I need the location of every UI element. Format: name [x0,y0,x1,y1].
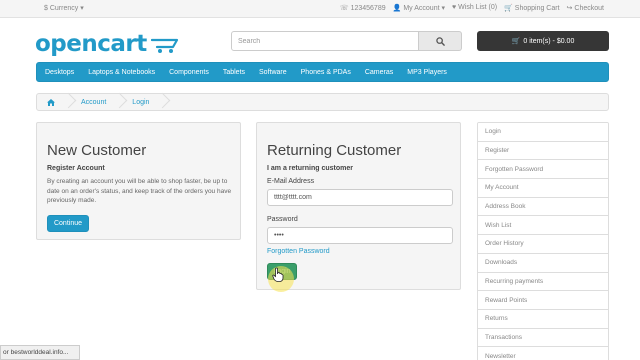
heart-icon: ♥ [452,4,457,11]
list-item-recurring-payments[interactable]: Recurring payments [478,272,608,292]
cart-icon: 🛒 [511,38,521,45]
home-icon [47,98,55,106]
checkout-label: Checkout [574,5,604,12]
main-menu: Desktops Laptops & Notebooks Components … [36,62,609,82]
list-item-forgotten-password[interactable]: Forgotten Password [478,160,608,180]
search-icon [435,36,445,46]
returning-customer-subtitle: I am a returning customer [267,165,353,172]
logo[interactable]: opencart [35,28,179,56]
menu-item-components[interactable]: Components [169,69,209,76]
cart-icon: 🛒 [504,5,513,12]
menu-item-software[interactable]: Software [259,69,287,76]
breadcrumb-separator [112,93,126,111]
search-input[interactable] [231,31,419,51]
crumb-login[interactable]: Login [132,99,149,106]
list-item-login[interactable]: Login [478,123,608,142]
list-item-returns[interactable]: Returns [478,309,608,329]
shopping-cart-link[interactable]: 🛒 Shopping Cart [504,4,559,12]
new-customer-panel: New Customer Register Account By creatin… [36,122,241,240]
password-field[interactable] [267,227,453,244]
logo-cart-icon [150,38,178,53]
menu-item-laptops[interactable]: Laptops & Notebooks [88,69,155,76]
account-links-list: Login Register Forgotten Password My Acc… [477,122,609,360]
home-crumb[interactable] [47,98,55,106]
search-bar [231,31,462,51]
breadcrumb-separator [155,93,169,111]
currency-dropdown[interactable]: $ Currency ▾ [44,4,84,12]
hand-cursor-icon [272,267,284,282]
browser-status-bar: or bestworlddeal.info... [0,345,80,360]
phone-link[interactable]: ☏ 123456789 [340,4,386,12]
menu-item-phones[interactable]: Phones & PDAs [301,69,351,76]
phone-icon: ☏ [339,5,349,12]
shopping-cart-label: Shopping Cart [514,5,560,12]
list-item-register[interactable]: Register [478,141,608,161]
share-icon: ↪ [566,5,573,12]
top-bar: $ Currency ▾ ☏ 123456789 👤 My Account ▾ ♥ W… [0,0,640,18]
list-item-downloads[interactable]: Downloads [478,253,608,273]
menu-item-cameras[interactable]: Cameras [365,69,393,76]
menu-item-mp3[interactable]: MP3 Players [407,69,447,76]
continue-button[interactable]: Continue [47,214,89,232]
password-label: Password [267,216,298,223]
user-icon: 👤 [392,5,402,12]
list-item-wish-list[interactable]: Wish List [478,216,608,236]
email-label: E-Mail Address [267,178,315,185]
list-item-my-account[interactable]: My Account [478,179,608,198]
currency-label: $ Currency [44,5,79,12]
wish-list-link[interactable]: ♥ Wish List (0) [452,4,497,12]
returning-customer-panel: Returning Customer I am a returning cust… [256,122,461,290]
crumb-account[interactable]: Account [81,99,106,106]
wish-list-label: Wish List (0) [458,4,498,11]
phone-label: 123456789 [350,5,386,12]
menu-item-desktops[interactable]: Desktops [45,69,74,76]
search-button[interactable] [419,31,462,51]
logo-text: opencart [35,31,147,57]
cart-button[interactable]: 🛒 0 item(s) - $0.00 [477,31,609,51]
caret-down-icon: ▾ [80,5,84,12]
menu-item-tablets[interactable]: Tablets [223,69,245,76]
breadcrumb: Account Login [36,93,609,111]
register-description: By creating an account you will be able … [47,178,232,204]
list-item-transactions[interactable]: Transactions [478,328,608,348]
list-item-order-history[interactable]: Order History [478,235,608,254]
my-account-link[interactable]: 👤 My Account ▾ [393,4,445,12]
cart-button-label: 0 item(s) - $0.00 [523,37,575,45]
returning-customer-title: Returning Customer [267,142,402,159]
forgotten-password-link[interactable]: Forgotten Password [267,248,450,255]
checkout-link[interactable]: ↪ Checkout [567,4,604,12]
my-account-label: My Account [403,5,440,12]
register-account-heading: Register Account [47,165,105,172]
list-item-reward-points[interactable]: Reward Points [478,291,608,310]
list-item-newsletter[interactable]: Newsletter [478,347,608,360]
email-field[interactable] [267,189,453,206]
breadcrumb-separator [61,93,75,111]
top-links: ☏ 123456789 👤 My Account ▾ ♥ Wish List (0) … [340,4,604,12]
list-item-address-book[interactable]: Address Book [478,197,608,217]
new-customer-title: New Customer [47,142,147,159]
